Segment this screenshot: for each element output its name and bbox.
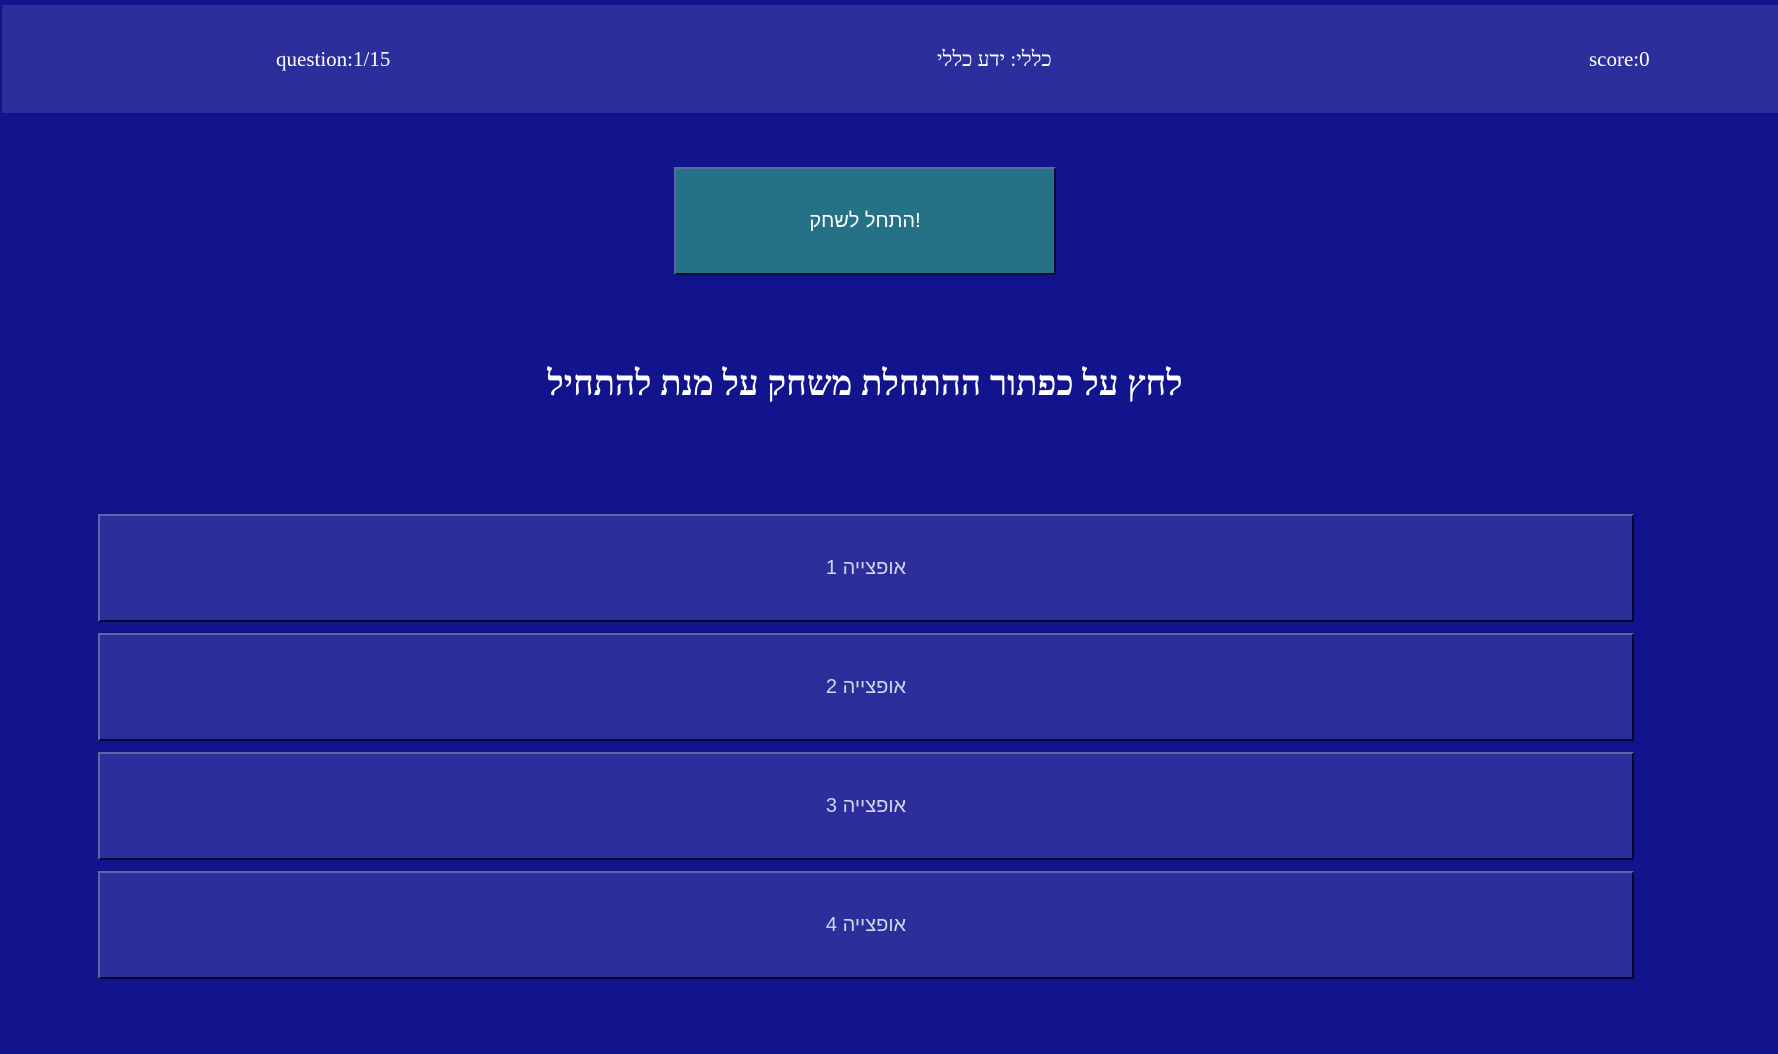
answer-option-1[interactable]: אופצייה 1 xyxy=(98,514,1634,622)
score-display: score:0 xyxy=(1589,47,1650,71)
answer-option-2[interactable]: אופצייה 2 xyxy=(98,633,1634,741)
category-label: כללי: ידע כללי xyxy=(937,47,1052,71)
question-counter: question:1/15 xyxy=(276,47,391,71)
question-text: לחץ על כפתור ההתחלת משחק על מנת להתחיל xyxy=(547,364,1183,403)
answer-option-4[interactable]: אופצייה 4 xyxy=(98,871,1634,979)
answer-option-3[interactable]: אופצייה 3 xyxy=(98,752,1634,860)
top-bar: question:1/15 כללי: ידע כללי score:0 xyxy=(2,5,1778,113)
answer-options: אופצייה 1 אופצייה 2 אופצייה 3 אופצייה 4 xyxy=(98,514,1634,990)
start-game-button[interactable]: התחל לשחק! xyxy=(674,167,1056,275)
